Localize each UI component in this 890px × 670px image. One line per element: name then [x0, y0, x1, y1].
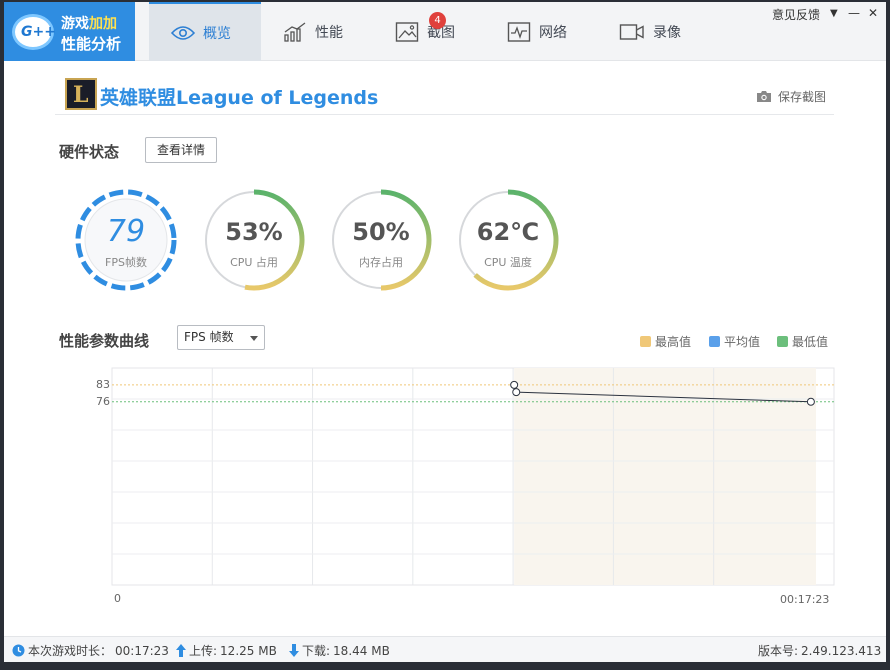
- fps-data-point: [512, 388, 521, 397]
- fps-line-chart: [111, 367, 835, 586]
- x-tick-end: 00:17:23: [780, 593, 830, 606]
- y-tick-76: 76: [96, 394, 110, 408]
- upload-value: 12.25 MB: [220, 643, 277, 658]
- download-label: 下载:: [302, 644, 331, 658]
- app-window: G++ 游戏加加 性能分析 概览 性能 截图 4 网络 录像 意见反馈 ▼ — …: [4, 2, 886, 662]
- version-label: 版本号:: [758, 644, 799, 658]
- fps-data-point: [806, 397, 815, 406]
- play-duration-value: 00:17:23: [115, 643, 169, 658]
- version-info: 版本号: 2.49.123.413: [758, 642, 881, 659]
- fps-data-point: [510, 380, 519, 389]
- status-bar: 本次游戏时长： 00:17:23 上传: 12.25 MB 下载: 18.44 M…: [4, 636, 886, 662]
- x-tick-start: 0: [114, 592, 121, 605]
- upload-stat: 上传: 12.25 MB: [176, 642, 277, 659]
- arrow-up-icon: [176, 644, 186, 657]
- play-duration-label: 本次游戏时长：: [28, 644, 113, 658]
- download-stat: 下载: 18.44 MB: [289, 642, 390, 659]
- clock-icon: [12, 644, 25, 657]
- y-tick-83: 83: [96, 377, 110, 391]
- version-value: 2.49.123.413: [801, 643, 882, 658]
- upload-label: 上传:: [189, 644, 218, 658]
- download-value: 18.44 MB: [333, 643, 390, 658]
- play-duration: 本次游戏时长： 00:17:23: [12, 642, 169, 659]
- arrow-down-icon: [289, 644, 299, 657]
